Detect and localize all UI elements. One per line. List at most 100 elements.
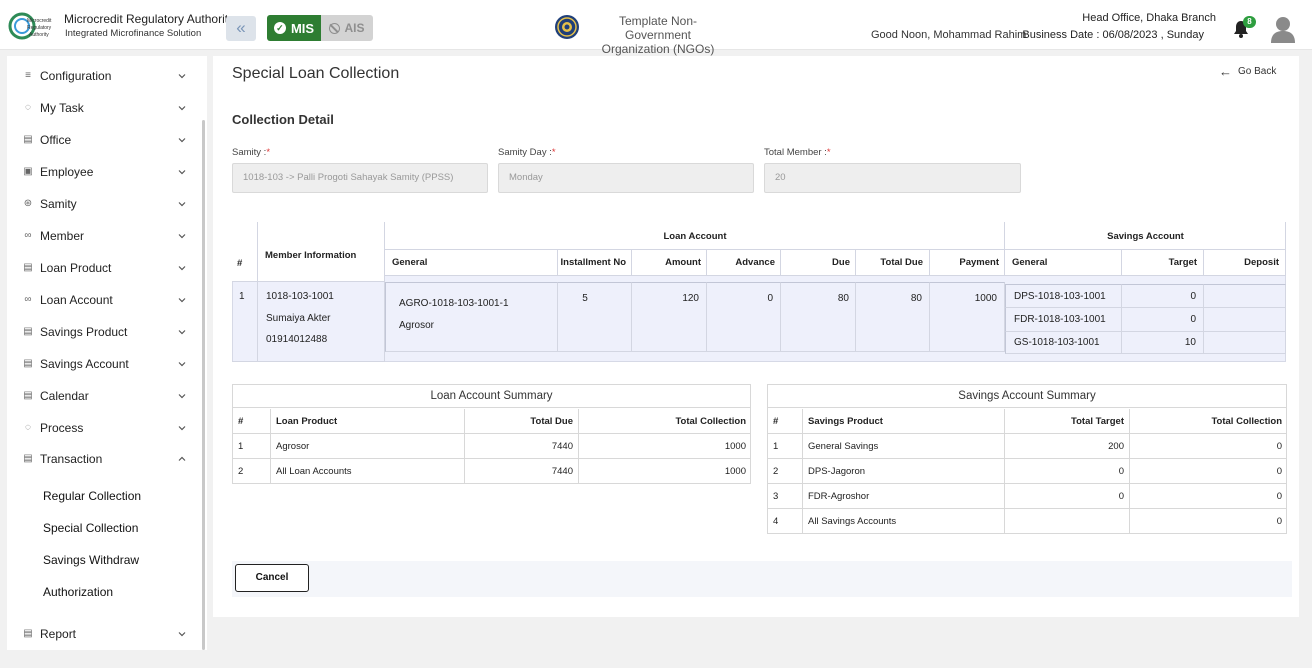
sidebar-item-loan-product[interactable]: ▤ Loan Product: [7, 256, 197, 280]
cell-total-target: 200: [1005, 434, 1130, 459]
header-cell: Total Collection: [1211, 416, 1282, 427]
sidebar-item-member[interactable]: ∞ Member: [7, 224, 197, 248]
total-member-field[interactable]: 20: [764, 163, 1021, 193]
loan-col-installment-text: Installment No: [560, 257, 626, 268]
sidebar-item-report[interactable]: ▤ Report: [7, 622, 197, 646]
loan-account-number: AGRO-1018-103-1001-1: [399, 298, 509, 309]
sidebar-item-label: Employee: [40, 165, 94, 179]
col-index-header-text: #: [237, 258, 243, 269]
chevron-down-icon: [178, 362, 186, 367]
savings-deposit-cell[interactable]: [1204, 332, 1286, 354]
cell-total-collection: 0: [1276, 491, 1282, 502]
savings-account-cell: DPS-1018-103-1001: [1005, 284, 1122, 308]
sidebar-item-label: Savings Account: [40, 357, 129, 371]
go-back-label: Go Back: [1238, 66, 1277, 77]
mis-toggle-button[interactable]: ✓ MIS: [267, 15, 321, 41]
user-avatar-icon[interactable]: [1270, 15, 1296, 43]
header-cell: Savings Product: [803, 409, 1005, 434]
chevron-down-icon: [178, 234, 186, 239]
user-greeting: Good Noon, Mohammad Rahim: [871, 29, 1027, 41]
header-cell: Total Target: [1005, 409, 1130, 434]
total-due: 80: [910, 293, 922, 304]
table-row: 3 FDR-Agroshor 0 0: [768, 484, 1286, 509]
sidebar-sub-authorization[interactable]: Authorization: [43, 585, 113, 599]
cell-index: 4: [768, 509, 803, 534]
logo-text-3: Authority: [29, 32, 49, 38]
sidebar-item-label: My Task: [40, 101, 84, 115]
advance: 0: [767, 293, 773, 304]
total-due-cell: 80: [856, 282, 930, 352]
sidebar-item-label: Configuration: [40, 69, 112, 83]
brand-title: Microcredit Regulatory Authority: [64, 12, 235, 26]
required-mark: *: [551, 147, 556, 158]
amount: 120: [682, 293, 699, 304]
mra-logo-icon: Microcredit Regulatory Authority: [8, 12, 52, 40]
samity-day-field[interactable]: Monday: [498, 163, 754, 193]
sidebar-item-employee[interactable]: ▣ Employee: [7, 160, 197, 184]
id-card-icon: ▣: [23, 166, 33, 177]
table-header-row: # Loan Product Total Due Total Collectio…: [233, 409, 750, 434]
sidebar-item-configuration[interactable]: ≡ Configuration: [7, 64, 197, 88]
sidebar-sub-regular-collection[interactable]: Regular Collection: [43, 489, 141, 503]
document-icon: ▤: [23, 453, 33, 464]
sidebar-item-transaction[interactable]: ▤ Transaction: [7, 447, 197, 471]
collapse-sidebar-button[interactable]: «: [226, 16, 256, 41]
sidebar-sub-special-collection[interactable]: Special Collection: [43, 521, 138, 535]
sidebar-sub-savings-withdraw[interactable]: Savings Withdraw: [43, 553, 139, 567]
required-mark: *: [266, 147, 271, 158]
payment-cell[interactable]: 1000: [930, 282, 1005, 352]
savings-deposit-cell[interactable]: [1204, 308, 1286, 332]
chevron-down-icon: [178, 266, 186, 271]
sidebar-item-loan-account[interactable]: ∞ Loan Account: [7, 288, 197, 312]
cell-total-due: 7440: [465, 459, 579, 484]
ais-toggle-button[interactable]: AIS: [321, 15, 373, 41]
chevron-down-icon: [178, 138, 186, 143]
loan-col-payment: Payment: [930, 250, 1005, 276]
loan-col-due: Due: [781, 250, 856, 276]
logo-text-1: Microcredit: [27, 18, 52, 24]
sidebar-item-samity[interactable]: ⊛ Samity: [7, 192, 197, 216]
header-cell: #: [768, 409, 803, 434]
sidebar-item-calendar[interactable]: ▤ Calendar: [7, 384, 197, 408]
chevron-up-icon: [178, 456, 186, 461]
sidebar-item-process[interactable]: ◌ Process: [7, 416, 197, 440]
sidebar-item-office[interactable]: ▤ Office: [7, 128, 197, 152]
savings-summary-table: Savings Account Summary # Savings Produc…: [767, 384, 1287, 534]
samity-field[interactable]: 1018-103 -> Palli Progoti Sahayak Samity…: [232, 163, 488, 193]
sidebar-item-savings-account[interactable]: ▤ Savings Account: [7, 352, 197, 376]
savings-deposit-cell[interactable]: [1204, 284, 1286, 308]
samity-day-label-text: Samity Day :: [498, 147, 552, 158]
users-icon: ∞: [24, 230, 32, 241]
col-index-header: #: [232, 222, 258, 282]
savings-col-general-text: General: [1012, 257, 1048, 268]
total-member-label: Total Member :*: [764, 147, 831, 158]
cancel-button[interactable]: Cancel: [235, 564, 309, 592]
cell-total-collection: 0: [1276, 466, 1282, 477]
loan-product-name: Agrosor: [399, 320, 435, 331]
cell-total-target: 0: [1005, 459, 1130, 484]
spinner-icon: ◌: [25, 422, 31, 433]
go-back-link[interactable]: ← Go Back: [1219, 64, 1276, 79]
branch-name: Head Office, Dhaka Branch: [1082, 12, 1216, 24]
arrow-left-icon: ←: [1219, 64, 1232, 79]
savings-summary-title: Savings Account Summary: [768, 385, 1286, 408]
savings-col-general: General: [1005, 250, 1122, 276]
chevron-down-icon: [178, 170, 186, 175]
sidebar-scrollbar[interactable]: [202, 120, 205, 650]
savings-col-target: Target: [1122, 250, 1204, 276]
loan-general-cell: AGRO-1018-103-1001-1 Agrosor: [385, 282, 558, 352]
sidebar-item-label: Transaction: [40, 452, 103, 466]
sidebar-item-my-task[interactable]: ◌ My Task: [7, 96, 197, 120]
member-info-header-text: Member Information: [265, 250, 357, 261]
cell-total-target: [1005, 509, 1130, 534]
chevron-down-icon: [178, 202, 186, 207]
loan-col-installment: Installment No: [558, 250, 632, 276]
samity-day-label: Samity Day :*: [498, 147, 556, 158]
document-icon: ▤: [23, 326, 33, 337]
chevron-down-icon: [178, 330, 186, 335]
cell-total-collection: 1000: [724, 441, 746, 452]
document-icon: ▤: [23, 262, 33, 273]
sidebar-item-savings-product[interactable]: ▤ Savings Product: [7, 320, 197, 344]
ais-label: AIS: [344, 21, 365, 35]
loan-col-amount-text: Amount: [665, 257, 701, 268]
